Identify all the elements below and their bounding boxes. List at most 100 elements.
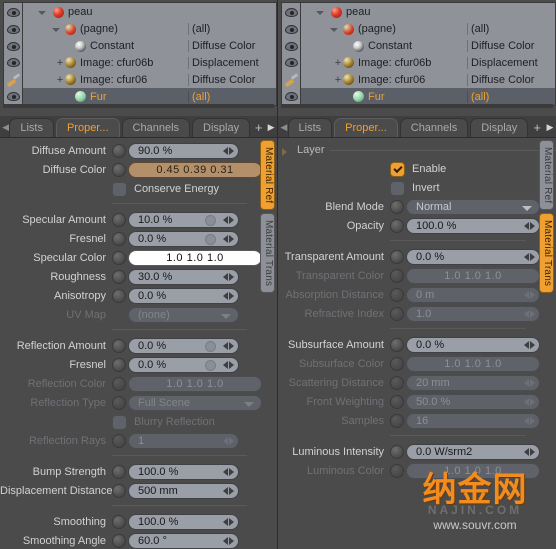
- spinner-icon[interactable]: [521, 396, 537, 408]
- visibility-column[interactable]: [3, 2, 22, 106]
- tab-display[interactable]: Display: [192, 118, 251, 137]
- add-tab-button[interactable]: +: [530, 118, 544, 137]
- chevron-down-icon[interactable]: [37, 8, 46, 17]
- envelope-knob-icon[interactable]: [390, 338, 404, 352]
- spinner-icon[interactable]: [521, 377, 537, 389]
- table-row[interactable]: (pagne) (all): [301, 21, 555, 38]
- envelope-knob-icon[interactable]: [112, 163, 126, 177]
- envelope-knob-icon[interactable]: [390, 464, 404, 478]
- envelope-knob-icon[interactable]: [112, 339, 126, 353]
- texture-dot-icon[interactable]: [205, 234, 216, 245]
- table-row[interactable]: + Image: cfur06 Diffuse Color: [23, 71, 276, 88]
- spinner-icon[interactable]: [220, 233, 236, 245]
- tab-display[interactable]: Display: [470, 118, 529, 137]
- envelope-knob-icon[interactable]: [112, 251, 126, 265]
- visibility-toggle[interactable]: [282, 54, 300, 71]
- luminous-color-swatch[interactable]: 1.0 1.0 1.0: [406, 463, 540, 479]
- add-tab-button[interactable]: +: [252, 118, 265, 137]
- chevron-down-icon[interactable]: [51, 25, 60, 34]
- envelope-knob-icon[interactable]: [112, 377, 126, 391]
- spinner-icon[interactable]: [521, 251, 537, 263]
- envelope-knob-icon[interactable]: [112, 515, 126, 529]
- conserve-energy-checkbox[interactable]: [112, 181, 127, 197]
- subsurface-amount-field[interactable]: 0.0 %: [406, 337, 540, 353]
- envelope-knob-icon[interactable]: [112, 213, 126, 227]
- spinner-icon[interactable]: [521, 339, 537, 351]
- paint-toggle[interactable]: [282, 71, 300, 88]
- expand-plus-icon[interactable]: +: [55, 74, 65, 85]
- horizontal-scrollbar[interactable]: [3, 104, 274, 108]
- spinner-icon[interactable]: [220, 485, 236, 497]
- spinner-icon[interactable]: [220, 359, 236, 371]
- left-material-tree[interactable]: peau (pagne) (all) +Constant Diffuse Col…: [0, 0, 277, 108]
- specular-color-swatch[interactable]: 1.0 1.0 1.0: [128, 250, 262, 266]
- visibility-toggle[interactable]: [4, 4, 22, 21]
- spinner-icon[interactable]: [220, 271, 236, 283]
- visibility-toggle[interactable]: [282, 21, 300, 38]
- envelope-knob-icon[interactable]: [112, 232, 126, 246]
- texture-dot-icon[interactable]: [205, 215, 216, 226]
- tree-rows[interactable]: peau (pagne) (all) +Constant Diffuse Col…: [22, 2, 277, 106]
- smoothing-angle-field[interactable]: 60.0 °: [128, 533, 239, 549]
- envelope-knob-icon[interactable]: [390, 200, 404, 214]
- samples-field[interactable]: 16: [406, 413, 540, 429]
- vtab-material-trans[interactable]: Material Trans: [539, 213, 554, 294]
- reflection-color-swatch[interactable]: 1.0 1.0 1.0: [128, 376, 262, 392]
- table-row[interactable]: + Image: cfur06b Displacement: [23, 54, 276, 71]
- table-row[interactable]: peau: [301, 4, 555, 21]
- reflection-type-dropdown[interactable]: Full Scene: [128, 395, 262, 411]
- vtab-material-trans[interactable]: Material Trans: [260, 213, 275, 294]
- envelope-knob-icon[interactable]: [112, 289, 126, 303]
- spinner-icon[interactable]: [521, 289, 537, 301]
- table-row[interactable]: + Image: cfur06 Diffuse Color: [301, 71, 555, 88]
- chevron-down-icon[interactable]: [315, 8, 324, 17]
- expand-plus-icon[interactable]: +: [333, 57, 343, 68]
- specular-fresnel-field[interactable]: 0.0 %: [128, 231, 239, 247]
- table-row[interactable]: (pagne) (all): [23, 21, 276, 38]
- envelope-knob-icon[interactable]: [390, 395, 404, 409]
- table-row[interactable]: peau: [23, 4, 276, 21]
- tab-lists[interactable]: Lists: [287, 118, 333, 137]
- reflection-amount-field[interactable]: 0.0 %: [128, 338, 239, 354]
- layer-group-header[interactable]: Layer: [278, 142, 556, 158]
- envelope-knob-icon[interactable]: [112, 465, 126, 479]
- tab-scroll-left-icon[interactable]: ◀: [2, 117, 9, 137]
- smoothing-field[interactable]: 100.0 %: [128, 514, 239, 530]
- envelope-knob-icon[interactable]: [112, 434, 126, 448]
- diffuse-color-swatch[interactable]: 0.45 0.39 0.31: [128, 162, 262, 178]
- vtab-material-ref[interactable]: Material Ref: [539, 140, 554, 211]
- table-row-selected[interactable]: +Fur (all): [23, 88, 276, 105]
- spinner-icon[interactable]: [521, 415, 537, 427]
- envelope-knob-icon[interactable]: [112, 534, 126, 548]
- envelope-knob-icon[interactable]: [390, 357, 404, 371]
- displacement-distance-field[interactable]: 500 mm: [128, 483, 239, 499]
- visibility-toggle[interactable]: [4, 21, 22, 38]
- envelope-knob-icon[interactable]: [112, 358, 126, 372]
- tab-scroll-left-icon[interactable]: ◀: [280, 117, 288, 137]
- envelope-knob-icon[interactable]: [390, 445, 404, 459]
- reflection-fresnel-field[interactable]: 0.0 %: [128, 357, 239, 373]
- table-row-selected[interactable]: +Fur (all): [301, 88, 555, 105]
- visibility-toggle[interactable]: [282, 88, 300, 105]
- visibility-toggle[interactable]: [4, 54, 22, 71]
- table-row[interactable]: +Constant Diffuse Color: [23, 38, 276, 55]
- tab-lists[interactable]: Lists: [9, 118, 54, 137]
- tab-scroll-right-icon[interactable]: ▶: [544, 118, 556, 137]
- blurry-reflection-checkbox[interactable]: [112, 414, 127, 430]
- tab-channels[interactable]: Channels: [121, 118, 191, 137]
- spinner-icon[interactable]: [220, 535, 236, 547]
- texture-dot-icon[interactable]: [205, 360, 216, 371]
- transparent-color-swatch[interactable]: 1.0 1.0 1.0: [406, 268, 540, 284]
- spinner-icon[interactable]: [220, 290, 236, 302]
- visibility-toggle[interactable]: [282, 38, 300, 55]
- spinner-icon[interactable]: [220, 466, 236, 478]
- tab-channels[interactable]: Channels: [399, 118, 469, 137]
- envelope-knob-icon[interactable]: [112, 484, 126, 498]
- envelope-knob-icon[interactable]: [112, 270, 126, 284]
- front-weighting-field[interactable]: 50.0 %: [406, 394, 540, 410]
- expand-plus-icon[interactable]: +: [55, 57, 65, 68]
- spinner-icon[interactable]: [220, 516, 236, 528]
- refractive-index-field[interactable]: 1.0: [406, 306, 540, 322]
- tree-rows[interactable]: peau (pagne) (all) +Constant Diffuse Col…: [300, 2, 556, 106]
- visibility-toggle[interactable]: [282, 4, 300, 21]
